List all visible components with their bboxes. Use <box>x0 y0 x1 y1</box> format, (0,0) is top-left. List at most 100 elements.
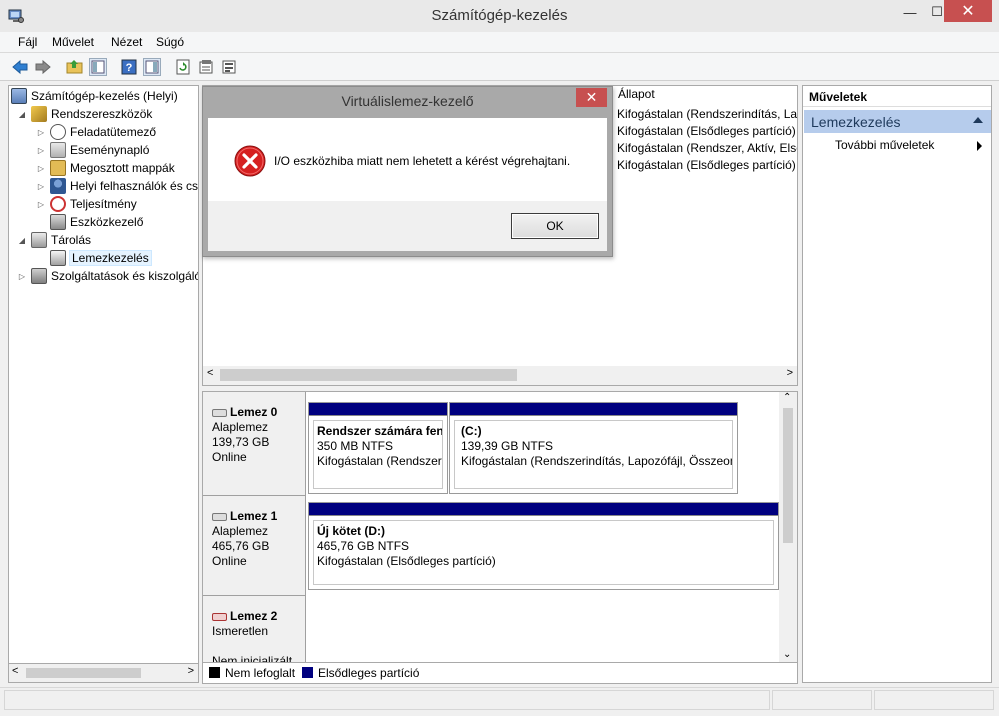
volume-list-horizontal-scrollbar[interactable]: < > <box>203 366 797 385</box>
tree-item-label: Rendszereszközök <box>51 107 153 121</box>
tree-item-label: Feladatütemező <box>70 125 157 139</box>
scrollbar-thumb[interactable] <box>783 408 793 543</box>
tree-item-computer-management[interactable]: Számítógép-kezelés (Helyi) <box>11 87 178 105</box>
partition-name: (C:) <box>461 424 482 438</box>
disk-state: Nem inicializált <box>212 654 293 663</box>
local-users-icon <box>50 178 66 194</box>
partition-system-reserved[interactable]: Rendszer számára fenn 350 MB NTFS Kifogá… <box>308 402 448 494</box>
hard-disk-icon <box>212 512 227 521</box>
scrollbar-thumb[interactable] <box>220 369 517 381</box>
disk-type: Alaplemez <box>212 420 269 434</box>
tree-item-storage[interactable]: ◢ Tárolás <box>17 231 91 249</box>
disk-1-info[interactable]: Lemez 1 Alaplemez 465,76 GB Online <box>203 496 306 596</box>
disk-management-icon <box>50 250 66 266</box>
scroll-down-icon[interactable]: ⌄ <box>783 649 791 660</box>
partition-type-bar <box>309 503 778 516</box>
close-button[interactable]: ✕ <box>944 0 992 22</box>
expand-arrow-icon[interactable]: ▷ <box>36 128 46 137</box>
disk-0-info[interactable]: Lemez 0 Alaplemez 139,73 GB Online <box>203 392 306 496</box>
scroll-right-icon[interactable]: > <box>787 367 793 379</box>
up-folder-icon[interactable] <box>66 58 84 76</box>
partition-body: (C:) 139,39 GB NTFS Kifogástalan (Rendsz… <box>454 420 733 489</box>
tree-item-services[interactable]: ▷ Szolgáltatások és kiszolgáló <box>17 267 199 285</box>
tree-item-label: Helyi felhasználók és cs <box>70 179 199 193</box>
expand-arrow-icon[interactable]: ▷ <box>36 200 46 209</box>
export-icon[interactable] <box>220 58 238 76</box>
expand-arrow-icon[interactable]: ▷ <box>36 182 46 191</box>
disk-state: Online <box>212 450 247 464</box>
minimize-button[interactable]: — <box>895 0 925 24</box>
disk-name-row: Lemez 1 <box>212 509 305 524</box>
tree-horizontal-scrollbar[interactable]: < > <box>8 664 199 683</box>
tree-item-performance[interactable]: ▷ Teljesítmény <box>36 195 137 213</box>
tree-item-task-scheduler[interactable]: ▷ Feladatütemező <box>36 123 156 141</box>
ok-button[interactable]: OK <box>511 213 599 239</box>
actions-section-disk-management[interactable]: Lemezkezelés <box>804 110 991 133</box>
forward-icon[interactable] <box>34 58 52 76</box>
disk-type: Ismeretlen <box>212 624 269 638</box>
expand-arrow-icon[interactable]: ▷ <box>17 272 27 281</box>
properties-icon[interactable] <box>197 58 215 76</box>
refresh-icon[interactable] <box>174 58 192 76</box>
disk-name-row: Lemez 0 <box>212 405 305 420</box>
status-bar <box>0 687 999 716</box>
tree-item-label: Szolgáltatások és kiszolgáló <box>51 269 199 283</box>
dialog-close-button[interactable]: ✕ <box>576 88 607 107</box>
menu-help[interactable]: Súgó <box>156 35 184 49</box>
status-segment <box>874 690 994 710</box>
disk-name-row: Lemez 2 <box>212 609 305 624</box>
tree-item-local-users[interactable]: ▷ Helyi felhasználók és cs <box>36 177 198 195</box>
disk-state: Online <box>212 554 247 568</box>
partition-body: Új kötet (D:) 465,76 GB NTFS Kifogástala… <box>313 520 774 585</box>
disk-name: Lemez 0 <box>230 405 278 419</box>
back-icon[interactable] <box>11 58 29 76</box>
partition-type-bar <box>309 403 447 416</box>
services-icon <box>31 268 47 284</box>
scroll-left-icon[interactable]: < <box>207 367 213 379</box>
tree-item-label: Eszközkezelő <box>70 215 144 229</box>
column-header-status[interactable]: Állapot <box>612 87 798 104</box>
volume-status-cell[interactable]: Kifogástalan (Elsődleges partíció) <box>617 158 797 172</box>
partition-name: Rendszer számára fenn <box>317 424 443 438</box>
tree-item-system-tools[interactable]: ◢ Rendszereszközök <box>17 105 152 123</box>
tree-item-disk-management[interactable]: Lemezkezelés <box>50 249 152 267</box>
scroll-left-icon[interactable]: < <box>12 665 18 677</box>
actions-section-label: Lemezkezelés <box>811 114 901 130</box>
volume-status-cell[interactable]: Kifogástalan (Rendszerindítás, Lap <box>617 107 797 121</box>
volume-status-cell[interactable]: Kifogástalan (Rendszer, Aktív, Első <box>617 141 797 155</box>
partition-c[interactable]: (C:) 139,39 GB NTFS Kifogástalan (Rendsz… <box>449 402 738 494</box>
partition-status: Kifogástalan (Rendszer, Aktív, Elsődlege… <box>317 454 443 468</box>
partition-size: 465,76 GB NTFS <box>317 539 410 553</box>
submenu-arrow-icon[interactable] <box>977 141 982 151</box>
svg-text:?: ? <box>126 62 133 74</box>
expand-arrow-icon[interactable]: ◢ <box>17 236 27 245</box>
collapse-up-icon[interactable] <box>973 117 983 123</box>
scrollbar-thumb[interactable] <box>26 668 141 678</box>
disk-2-info[interactable]: Lemez 2 Ismeretlen Nem inicializált <box>203 596 306 663</box>
partition-d[interactable]: Új kötet (D:) 465,76 GB NTFS Kifogástala… <box>308 502 779 590</box>
scroll-up-icon[interactable]: ⌃ <box>783 392 791 403</box>
tree-item-label: Lemezkezelés <box>69 250 152 266</box>
menu-view[interactable]: Nézet <box>111 35 142 49</box>
scroll-right-icon[interactable]: > <box>188 665 194 677</box>
tree-item-device-manager[interactable]: Eszközkezelő <box>50 213 143 231</box>
tree-item-event-viewer[interactable]: ▷ Eseménynapló <box>36 141 149 159</box>
unknown-disk-icon <box>212 612 227 621</box>
show-hide-tree-icon[interactable] <box>89 58 107 76</box>
disk-map-vertical-scrollbar[interactable]: ⌃ ⌄ <box>779 392 797 662</box>
tree-item-shared-folders[interactable]: ▷ Megosztott mappák <box>36 159 175 177</box>
partition-type-bar <box>450 403 737 416</box>
menu-action[interactable]: Művelet <box>52 35 94 49</box>
help-icon[interactable]: ? <box>120 58 138 76</box>
expand-arrow-icon[interactable]: ▷ <box>36 146 46 155</box>
expand-arrow-icon[interactable]: ◢ <box>17 110 27 119</box>
volume-status-cell[interactable]: Kifogástalan (Elsődleges partíció) <box>617 124 797 138</box>
partition-size: 139,39 GB NTFS <box>461 439 554 453</box>
more-actions[interactable]: További műveletek <box>835 138 934 152</box>
menu-file[interactable]: Fájl <box>18 35 37 49</box>
storage-icon <box>31 232 47 248</box>
expand-arrow-icon[interactable]: ▷ <box>36 164 46 173</box>
hard-disk-icon <box>212 408 227 417</box>
show-hide-action-pane-icon[interactable] <box>143 58 161 76</box>
disk-size <box>212 639 305 654</box>
